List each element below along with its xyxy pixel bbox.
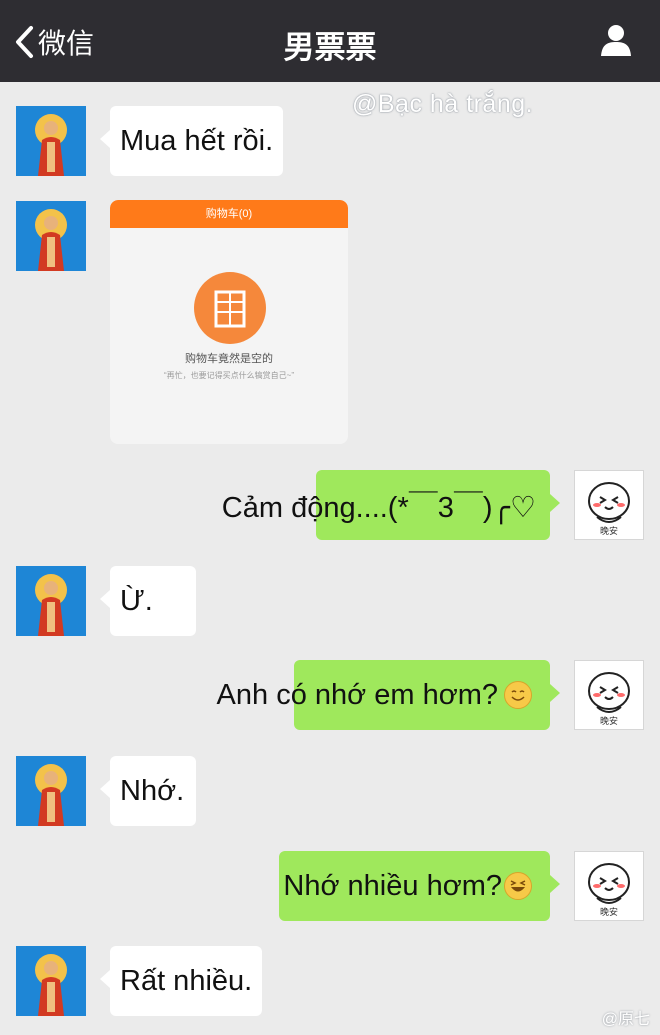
buddha-avatar-icon: [16, 106, 86, 176]
contact-avatar[interactable]: [16, 756, 86, 826]
message-text: Mua hết rồi.: [120, 124, 274, 157]
message-text: Nhớ nhiều hơm?: [283, 870, 532, 903]
message-bubble[interactable]: Mua hết rồi.: [99, 106, 284, 176]
contact-avatar[interactable]: [16, 566, 86, 636]
user-avatar[interactable]: 晚安: [574, 470, 644, 540]
cart-header: 购物车(0): [110, 200, 348, 228]
sticker-caption: 晚安: [599, 907, 618, 917]
footer-watermark: @原七: [601, 1011, 650, 1028]
shared-image-message[interactable]: 购物车(0) 购物车竟然是空的 “再忙，也要记得买点什么犒赏自己~”: [110, 200, 348, 444]
contact-avatar[interactable]: [16, 201, 86, 271]
contact-avatar[interactable]: [16, 946, 86, 1016]
message-text: Rất nhiều.: [120, 964, 253, 997]
message-text: Ừ.: [120, 584, 153, 617]
person-icon: [601, 25, 631, 56]
buddha-avatar-icon: [16, 201, 86, 271]
message-bubble[interactable]: Ừ.: [100, 566, 196, 636]
user-avatar[interactable]: 晚安: [574, 660, 644, 730]
buddha-avatar-icon: [16, 756, 86, 826]
message-text: Cảm động....(*￣3￣)╭♡: [221, 492, 536, 524]
message-bubble[interactable]: Nhớ.: [100, 756, 196, 826]
buddha-avatar-icon: [16, 946, 86, 1016]
watermark: @Bạc hà trắng.: [352, 90, 534, 118]
message-text-content: Nhớ nhiều hơm?: [283, 869, 502, 902]
cart-sub-text: “再忙，也要记得买点什么犒赏自己~”: [164, 371, 294, 380]
top-bar: 微信 男票票: [0, 0, 660, 82]
message-text: Nhớ.: [120, 774, 185, 807]
buddha-avatar-icon: [16, 566, 86, 636]
cart-empty-text: 购物车竟然是空的: [185, 353, 273, 365]
empty-cart-icon: [194, 272, 266, 344]
message-text-content: Anh có nhớ em hơm?: [216, 678, 498, 711]
message-bubble[interactable]: Nhớ nhiều hơm?: [279, 851, 560, 921]
contact-avatar[interactable]: [16, 106, 86, 176]
smile-emoji-icon: [504, 681, 532, 709]
message-text: Anh có nhớ em hơm?: [217, 679, 532, 712]
message-bubble[interactable]: Cảm động....(*￣3￣)╭♡: [222, 470, 560, 540]
message-bubble[interactable]: Rất nhiều.: [99, 946, 263, 1016]
sticker-caption: 晚安: [599, 716, 618, 726]
message-bubble[interactable]: Anh có nhớ em hơm?: [217, 660, 560, 730]
chat-title: 男票票: [283, 30, 377, 65]
sticker-caption: 晚安: [599, 526, 618, 536]
laugh-emoji-icon: [504, 872, 532, 900]
user-avatar[interactable]: 晚安: [574, 851, 644, 921]
profile-button[interactable]: [598, 22, 634, 58]
